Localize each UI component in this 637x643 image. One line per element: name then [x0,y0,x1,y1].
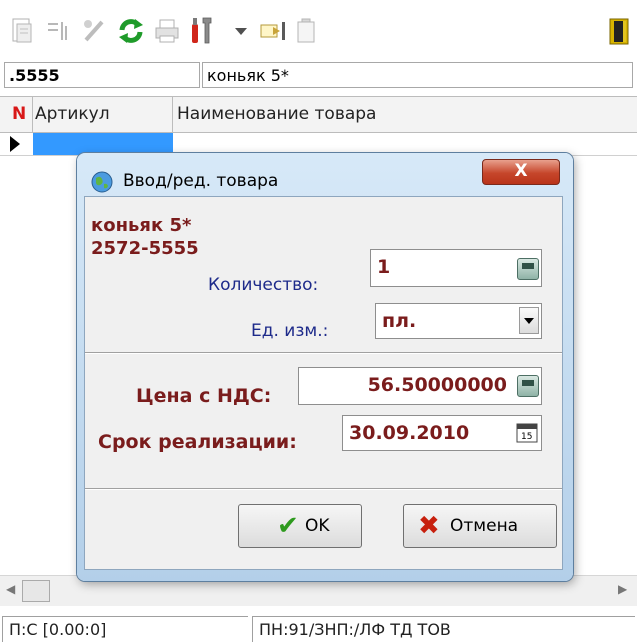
globe-icon [91,171,113,193]
document-arrow-icon[interactable] [258,16,288,46]
divider [85,488,562,490]
dropdown-arrow-icon[interactable] [226,16,256,46]
cancel-button[interactable]: ✖ Отмена [403,504,557,548]
ok-button-label: OK [305,516,330,536]
product-code-label: 2572-5555 [91,238,199,259]
clipboard-icon[interactable] [292,16,322,46]
close-button[interactable]: X [482,159,560,185]
status-bar: П:C [0.00:0] ПН:91/ЗНП:/ЛФ ТД ТОВ [0,612,637,643]
dialog-body: коньяк 5* 2572-5555 Количество: 1 Ед. из… [84,196,563,570]
calculator-icon[interactable] [517,375,539,397]
calendar-icon[interactable]: 15 [516,423,538,443]
expiry-label: Срок реализации: [98,431,297,453]
column-header-n[interactable]: N [0,97,33,132]
grid-header: N Артикул Наименование товара [0,97,637,133]
print-icon[interactable] [152,16,182,46]
dialog-title: Ввод/ред. товара [123,171,279,191]
status-right: ПН:91/ЗНП:/ЛФ ТД ТОВ [252,616,635,642]
price-input[interactable]: 56.50000000 [298,367,542,405]
status-left: П:C [0.00:0] [2,616,248,642]
name-filter-input[interactable]: коньяк 5* [202,62,633,88]
column-header-product-name[interactable]: Наименование товара [173,97,637,132]
checkmark-icon: ✔ [277,511,299,541]
cross-icon: ✖ [418,511,440,541]
indent-icon[interactable] [44,16,74,46]
cancel-button-label: Отмена [450,516,519,536]
product-name-label: коньяк 5* [91,215,192,236]
selected-cell[interactable] [33,133,173,155]
unit-label: Ед. изм.: [251,321,329,341]
ok-button[interactable]: ✔ OK [238,504,362,548]
svg-text:15: 15 [521,432,532,442]
exit-door-icon[interactable] [604,16,634,46]
tools-icon[interactable] [80,16,110,46]
unit-select[interactable]: пл. [375,303,542,339]
chevron-down-icon [524,318,534,324]
row-pointer-icon [10,136,20,152]
refresh-icon[interactable] [116,16,146,46]
code-filter-input[interactable]: .5555 [4,62,200,88]
expiry-date-input[interactable]: 30.09.2010 [342,415,542,451]
scroll-left-icon[interactable]: ◀ [6,582,15,596]
quantity-label: Количество: [208,275,319,295]
filter-row: .5555 коньяк 5* [0,58,637,94]
document-icon[interactable] [8,16,38,46]
scroll-right-icon[interactable]: ▶ [618,582,627,596]
unit-dropdown-button[interactable] [519,307,539,334]
price-label: Цена с НДС: [136,385,272,407]
calculator-icon[interactable] [517,258,539,280]
scroll-thumb[interactable] [22,580,50,602]
settings-wrench-icon[interactable] [186,16,216,46]
divider [85,352,562,354]
column-header-article[interactable]: Артикул [33,97,173,132]
edit-product-dialog: Ввод/ред. товара X коньяк 5* 2572-5555 К… [77,153,573,581]
toolbar [0,0,637,58]
